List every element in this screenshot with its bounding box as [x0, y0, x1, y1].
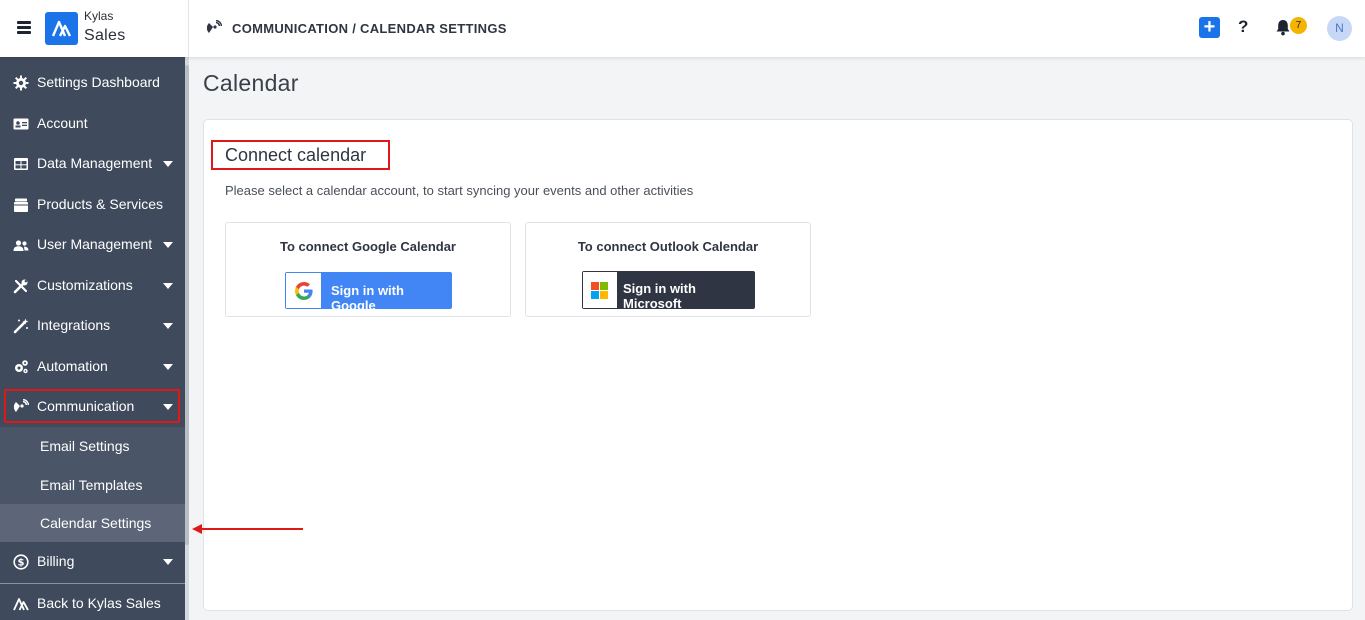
top-bar: Kylas Sales COMMUNICATION / CALENDAR SET… — [0, 0, 1365, 57]
google-calendar-card: To connect Google Calendar Sign in with … — [225, 222, 511, 317]
sidebar-item-label: Billing — [37, 553, 75, 569]
notification-badge: 7 — [1290, 17, 1307, 34]
sidebar-scrollbar[interactable] — [185, 57, 189, 620]
brand-name: Kylas — [84, 9, 114, 23]
google-logo-icon — [286, 273, 321, 308]
sidebar-subitem-calendar-settings[interactable]: Calendar Settings — [0, 504, 185, 542]
sidebar-item-label: Automation — [37, 358, 108, 374]
hamburger-menu-icon[interactable] — [17, 21, 31, 34]
sidebar-item-automation[interactable]: Automation — [0, 347, 185, 387]
google-card-title: To connect Google Calendar — [279, 239, 456, 254]
chevron-down-icon — [163, 559, 173, 565]
chevron-down-icon — [163, 364, 173, 370]
google-button-label: Sign in with Google — [331, 283, 404, 313]
sidebar-item-billing[interactable]: $ Billing — [0, 542, 185, 582]
box-icon — [14, 198, 28, 212]
id-card-icon — [13, 118, 29, 130]
chevron-down-icon — [163, 283, 173, 289]
satellite-icon — [206, 19, 223, 41]
sidebar-subitem-email-settings[interactable]: Email Settings — [0, 427, 185, 465]
cogs-icon — [15, 360, 28, 374]
microsoft-logo-icon — [583, 272, 617, 308]
sidebar-subitem-label: Email Templates — [40, 477, 143, 493]
kylas-logo-icon[interactable] — [45, 12, 78, 45]
sidebar-item-label: Account — [37, 115, 88, 131]
sidebar-item-data-management[interactable]: Data Management — [0, 144, 185, 184]
sidebar-item-label: Integrations — [37, 317, 111, 333]
microsoft-button-label: Sign in with Microsoft — [623, 281, 696, 311]
annotation-arrow-head — [192, 524, 202, 534]
bell-icon[interactable] — [1275, 19, 1291, 41]
table-icon — [14, 158, 28, 170]
sidebar-item-label: Settings Dashboard — [37, 74, 160, 90]
svg-text:$: $ — [18, 558, 25, 569]
users-icon — [13, 240, 29, 251]
sidebar-item-integrations[interactable]: Integrations — [0, 306, 185, 346]
tools-icon — [13, 279, 28, 294]
outlook-card-title: To connect Outlook Calendar — [577, 239, 759, 254]
annotation-arrow — [200, 528, 303, 530]
sidebar-item-products-services[interactable]: Products & Services — [0, 185, 185, 225]
sidebar-item-label: Products & Services — [37, 196, 164, 212]
back-label: Back to Kylas Sales — [37, 595, 161, 611]
highlight-box — [4, 389, 180, 423]
dollar-circle-icon: $ — [13, 554, 29, 570]
sidebar-item-user-management[interactable]: User Management — [0, 225, 185, 265]
chevron-down-icon — [163, 323, 173, 329]
sidebar-item-account[interactable]: Account — [0, 104, 185, 144]
kylas-logo-icon — [13, 598, 29, 611]
sidebar-item-label: Customizations — [37, 277, 133, 293]
scrollbar-thumb[interactable] — [185, 65, 189, 545]
page-title: Calendar — [203, 70, 299, 96]
avatar[interactable]: N — [1327, 16, 1352, 41]
sidebar-subitem-label: Email Settings — [40, 438, 130, 454]
sign-in-microsoft-button[interactable]: Sign in with Microsoft — [582, 271, 755, 311]
sidebar-item-label: Data Management — [37, 155, 153, 171]
sidebar-subitem-email-templates[interactable]: Email Templates — [0, 466, 185, 504]
breadcrumb: COMMUNICATION / CALENDAR SETTINGS — [232, 21, 507, 36]
sidebar-item-customizations[interactable]: Customizations — [0, 266, 185, 306]
chevron-down-icon — [163, 161, 173, 167]
sign-in-google-button[interactable]: Sign in with Google — [285, 272, 452, 313]
brand-area: Kylas Sales — [0, 0, 189, 57]
communication-submenu: Email Settings Email Templates Calendar … — [0, 427, 185, 542]
gear-icon — [13, 75, 29, 91]
outlook-calendar-card: To connect Outlook Calendar Sign in with… — [525, 222, 811, 317]
add-button[interactable]: + — [1199, 17, 1220, 38]
brand-product: Sales — [84, 27, 126, 44]
sidebar-item-label: User Management — [37, 236, 153, 252]
chevron-down-icon — [163, 242, 173, 248]
help-icon[interactable]: ? — [1238, 17, 1248, 37]
back-to-kylas-sales-link[interactable]: Back to Kylas Sales — [0, 584, 185, 620]
section-title: Connect calendar — [225, 145, 367, 165]
magic-wand-icon — [13, 318, 29, 334]
sidebar-subitem-label: Calendar Settings — [40, 515, 152, 531]
section-description: Please select a calendar account, to sta… — [225, 183, 694, 198]
sidebar-item-settings-dashboard[interactable]: Settings Dashboard — [0, 63, 185, 103]
